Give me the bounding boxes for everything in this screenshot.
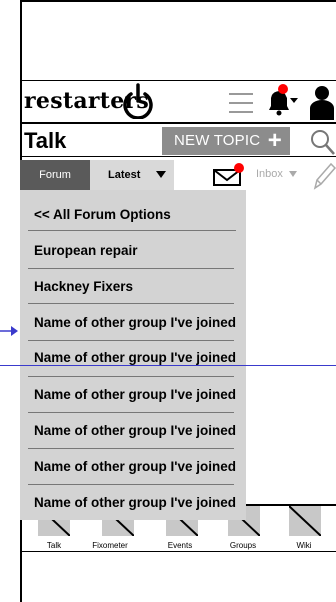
new-topic-button[interactable]: NEW TOPIC + bbox=[162, 127, 290, 155]
page-title: Talk bbox=[24, 128, 67, 153]
pencil-icon[interactable] bbox=[311, 160, 336, 190]
nav-label-fixometer[interactable]: Fixometer bbox=[80, 541, 140, 550]
annotation-guide-line bbox=[0, 365, 336, 366]
nav-wiki-icon[interactable] bbox=[288, 505, 322, 537]
plus-icon: + bbox=[267, 127, 282, 154]
caret-down-icon bbox=[288, 171, 297, 178]
dropdown-item-group[interactable]: Name of other group I've joined bbox=[34, 459, 236, 474]
forum-dropdown-menu: << All Forum Options European repair Hac… bbox=[20, 190, 246, 520]
talk-divider bbox=[20, 156, 336, 157]
dropdown-item-hackney-fixers[interactable]: Hackney Fixers bbox=[34, 279, 133, 294]
dropdown-item-group[interactable]: Name of other group I've joined bbox=[34, 315, 236, 330]
dropdown-item-group[interactable]: Name of other group I've joined bbox=[34, 387, 236, 402]
nav-label-groups[interactable]: Groups bbox=[213, 541, 273, 550]
user-avatar-icon[interactable] bbox=[308, 84, 336, 120]
search-icon[interactable] bbox=[308, 128, 336, 156]
dropdown-item-group[interactable]: Name of other group I've joined bbox=[34, 350, 236, 365]
new-topic-label: NEW TOPIC bbox=[174, 132, 261, 149]
dropdown-divider bbox=[28, 340, 234, 341]
dropdown-divider bbox=[28, 303, 234, 304]
nav-label-talk[interactable]: Talk bbox=[24, 541, 84, 550]
dropdown-item-group[interactable]: Name of other group I've joined bbox=[34, 423, 236, 438]
nav-label-wiki[interactable]: Wiki bbox=[274, 541, 334, 550]
dropdown-item-group[interactable]: Name of other group I've joined bbox=[34, 495, 236, 510]
dropdown-item-european-repair[interactable]: European repair bbox=[34, 243, 138, 258]
power-icon bbox=[123, 83, 153, 119]
nav-label-events[interactable]: Events bbox=[150, 541, 210, 550]
dropdown-divider bbox=[28, 484, 234, 485]
notification-bell-icon[interactable] bbox=[263, 84, 299, 116]
caret-down-icon bbox=[156, 171, 166, 178]
mail-icon[interactable] bbox=[212, 163, 246, 187]
menu-icon[interactable] bbox=[229, 89, 253, 113]
dropdown-divider bbox=[28, 230, 236, 231]
dropdown-divider bbox=[28, 376, 234, 377]
dropdown-divider bbox=[28, 448, 234, 449]
inbox-dropdown[interactable]: Inbox bbox=[256, 168, 297, 180]
inbox-label: Inbox bbox=[256, 168, 283, 180]
status-area bbox=[20, 0, 336, 81]
latest-dropdown[interactable]: Latest bbox=[90, 160, 174, 190]
dropdown-item-all-forum-options[interactable]: << All Forum Options bbox=[34, 207, 171, 222]
nav-bottom-divider bbox=[20, 551, 336, 552]
forum-tab[interactable]: Forum bbox=[20, 160, 90, 190]
header-divider bbox=[20, 122, 336, 124]
dropdown-divider bbox=[28, 412, 234, 413]
latest-label: Latest bbox=[108, 169, 141, 181]
dropdown-divider bbox=[28, 268, 234, 269]
annotation-arrow-icon bbox=[0, 326, 18, 336]
